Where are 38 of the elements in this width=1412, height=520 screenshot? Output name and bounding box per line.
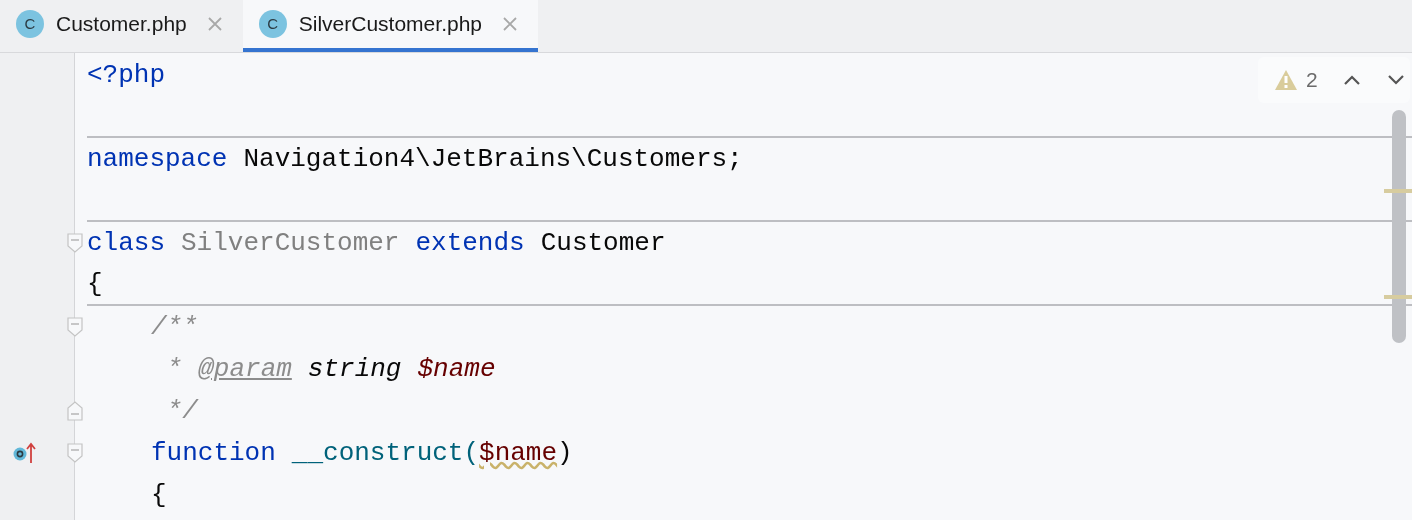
- warning-icon: [1274, 69, 1298, 91]
- fold-icon[interactable]: [67, 401, 83, 421]
- code-token: $name: [479, 436, 558, 470]
- tab-label: Customer.php: [56, 11, 187, 38]
- code-token: function: [151, 436, 276, 470]
- scrollbar-thumb[interactable]: [1392, 110, 1406, 343]
- code-token: <?php: [87, 58, 165, 92]
- close-icon[interactable]: [206, 16, 223, 32]
- code-token: Customer: [540, 226, 666, 260]
- code-token: */: [165, 394, 198, 428]
- code-token: $name: [417, 352, 496, 386]
- chevron-down-icon[interactable]: [1385, 73, 1406, 87]
- fold-icon[interactable]: [67, 443, 83, 463]
- code-token: string: [307, 352, 402, 386]
- code-token: class: [87, 226, 165, 260]
- code-token: *: [165, 352, 183, 386]
- code-token: extends: [415, 226, 525, 260]
- warning-stripe: [1384, 295, 1412, 299]
- warning-stripe: [1384, 189, 1412, 193]
- code-token: namespace: [87, 142, 228, 176]
- fold-icon[interactable]: [67, 317, 83, 337]
- editor-tab[interactable]: C Customer.php: [0, 0, 243, 52]
- code-token: SilverCustomer: [181, 226, 400, 260]
- code-token: /**: [151, 310, 198, 344]
- warning-count: 2: [1306, 67, 1318, 94]
- code-token: {: [151, 478, 167, 512]
- fold-icon[interactable]: [67, 233, 83, 253]
- editor-tab[interactable]: C SilverCustomer.php: [242, 0, 538, 52]
- close-icon[interactable]: [502, 16, 518, 32]
- code-token: Navigation4\JetBrains\Customers;: [243, 142, 743, 176]
- code-token: @param: [198, 352, 292, 386]
- code-token: ): [557, 436, 573, 470]
- code-token: {: [87, 267, 103, 301]
- overrides-method-icon[interactable]: [12, 441, 38, 465]
- class-file-icon: C: [16, 10, 44, 38]
- tab-label: SilverCustomer.php: [298, 11, 482, 38]
- code-token: __construct(: [291, 436, 480, 470]
- class-file-icon: C: [258, 10, 287, 38]
